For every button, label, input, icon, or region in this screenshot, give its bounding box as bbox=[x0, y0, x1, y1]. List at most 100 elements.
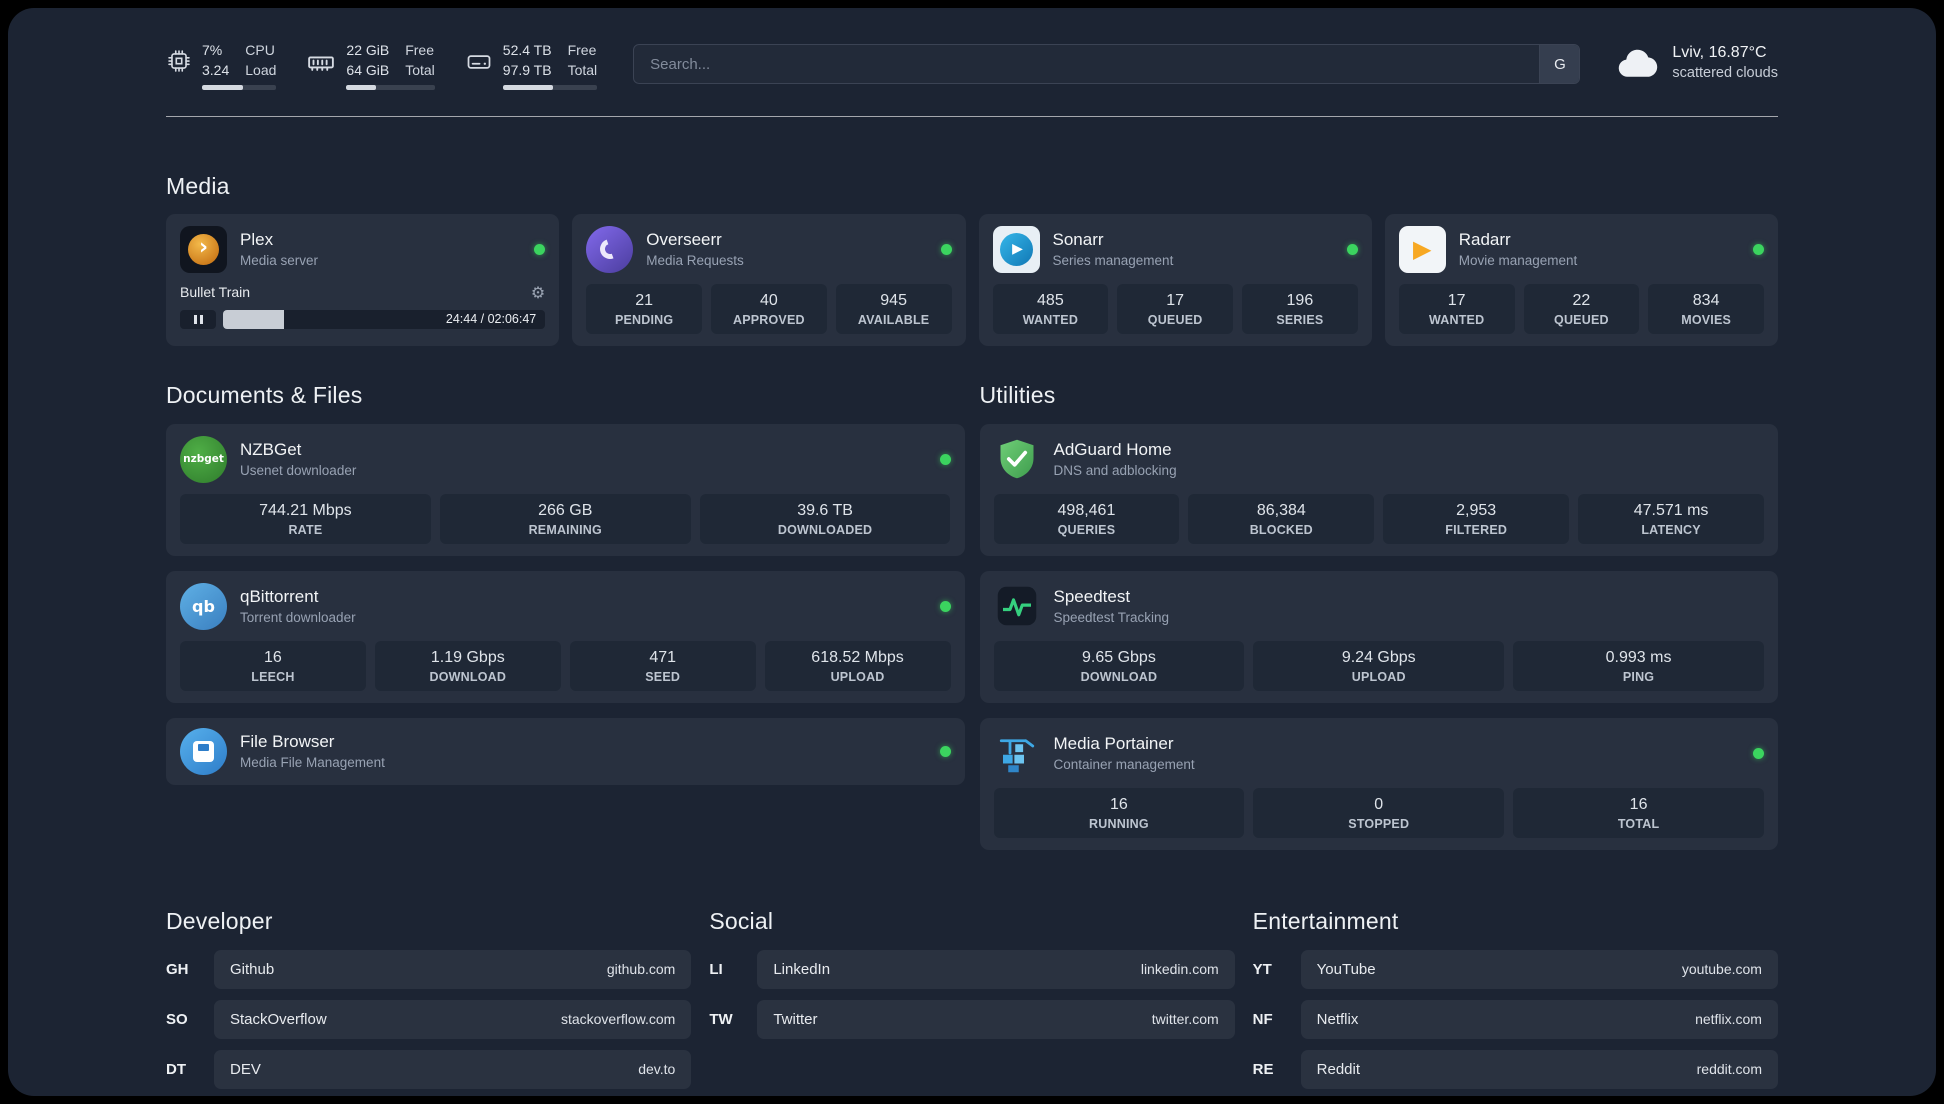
bookmark-abbr: GH bbox=[166, 960, 189, 978]
section-title-utilities: Utilities bbox=[979, 381, 1056, 408]
sonarr-card[interactable]: ▶ Sonarr Series management 485 WANTED 17 QU… bbox=[978, 213, 1372, 346]
gear-icon[interactable]: ⚙ bbox=[531, 283, 545, 302]
bookmark-link[interactable]: StackOverflow stackoverflow.com bbox=[214, 999, 692, 1039]
bookmark-link[interactable]: Github github.com bbox=[214, 949, 692, 989]
bookmark-url: reddit.com bbox=[1696, 1061, 1762, 1078]
ram-free-label: Free bbox=[405, 42, 435, 58]
pause-button[interactable] bbox=[180, 309, 216, 329]
qbittorrent-card[interactable]: qb qBittorrent Torrent downloader 16 LEEC… bbox=[166, 570, 965, 703]
stat-box: 47.571 ms LATENCY bbox=[1578, 493, 1764, 544]
bookmark-name: StackOverflow bbox=[230, 1010, 327, 1028]
radarr-card[interactable]: ▶ Radarr Movie management 17 WANTED 22 QUEU… bbox=[1384, 213, 1778, 346]
speedtest-icon bbox=[994, 583, 1041, 630]
topbar-divider bbox=[166, 115, 1778, 117]
status-dot bbox=[534, 243, 546, 255]
ram-free-value: 22 GiB bbox=[346, 42, 390, 58]
cloud-icon bbox=[1619, 49, 1658, 77]
stat-value: 0.993 ms bbox=[1605, 648, 1672, 666]
bookmark-link[interactable]: YouTube youtube.com bbox=[1300, 949, 1778, 989]
bookmark-url: youtube.com bbox=[1681, 961, 1762, 978]
bookmark-name: DEV bbox=[230, 1060, 261, 1078]
bookmark-name: Reddit bbox=[1316, 1060, 1361, 1078]
bookmark-link[interactable]: Reddit reddit.com bbox=[1300, 1049, 1778, 1089]
stat-box: 40 APPROVED bbox=[711, 283, 827, 334]
stat-value: 1.19 Gbps bbox=[430, 648, 505, 666]
section-utilities: Utilities AdGuard Home DNS and adblockin… bbox=[979, 381, 1778, 850]
overseerr-card[interactable]: Overseerr Media Requests 21 PENDING 40 APPR… bbox=[572, 213, 966, 346]
playback-progress-fill bbox=[223, 309, 285, 329]
stat-box: 17 QUEUED bbox=[1117, 283, 1233, 334]
cpu-icon bbox=[168, 50, 190, 72]
sonarr-icon: ▶ bbox=[992, 225, 1040, 273]
bookmark-link[interactable]: Twitter twitter.com bbox=[757, 999, 1235, 1039]
search-engine-button[interactable]: G bbox=[1539, 45, 1580, 83]
dashboard-panel: 7% 3.24 CPU Load 22 GiB 64 GiB Free Tota… bbox=[8, 8, 1936, 1096]
speedtest-card[interactable]: Speedtest Speedtest Tracking 9.65 Gbps DO… bbox=[979, 570, 1778, 703]
app-subtitle: Torrent downloader bbox=[240, 610, 356, 626]
app-subtitle: Container management bbox=[1053, 757, 1195, 773]
nzbget-card[interactable]: nzbget NZBGet Usenet downloader 744.21 M… bbox=[166, 423, 965, 556]
stats-row: 485 WANTED 17 QUEUED 196 SERIES bbox=[992, 283, 1358, 334]
stat-box: 9.24 Gbps UPLOAD bbox=[1253, 640, 1505, 691]
app-name: Radarr bbox=[1458, 230, 1511, 250]
bookmark-row: SO StackOverflow stackoverflow.com bbox=[166, 999, 692, 1039]
app-name: Overseerr bbox=[646, 230, 722, 250]
stat-label: WANTED bbox=[1022, 312, 1079, 327]
plex-card[interactable]: › Plex Media server Bullet Train ⚙ 24:44 bbox=[166, 213, 560, 346]
stat-box: 16 TOTAL bbox=[1513, 787, 1764, 838]
bookmark-abbr: LI bbox=[709, 960, 723, 978]
ram-monitor: 22 GiB 64 GiB Free Total bbox=[306, 42, 435, 90]
playback-time: 24:44 / 02:06:47 bbox=[445, 312, 537, 327]
stat-label: DOWNLOAD bbox=[1080, 669, 1158, 684]
qbittorrent-icon: qb bbox=[180, 582, 227, 630]
app-name: Media Portainer bbox=[1053, 734, 1174, 754]
stat-value: 9.65 Gbps bbox=[1082, 648, 1156, 666]
disk-icon bbox=[467, 55, 491, 69]
ram-icon bbox=[308, 56, 335, 71]
section-social: Social LI LinkedIn linkedin.com TW Twitter tw… bbox=[709, 908, 1235, 1039]
stat-label: APPROVED bbox=[732, 312, 805, 327]
stat-value: 485 bbox=[1037, 291, 1064, 309]
app-subtitle: Media Requests bbox=[646, 253, 744, 269]
cpu-monitor: 7% 3.24 CPU Load bbox=[166, 42, 277, 90]
filebrowser-card[interactable]: File Browser Media File Management bbox=[166, 717, 965, 785]
bookmark-row: DT DEV dev.to bbox=[166, 1049, 692, 1089]
stat-value: 22 bbox=[1572, 291, 1591, 309]
stat-value: 744.21 Mbps bbox=[259, 501, 352, 519]
app-name: NZBGet bbox=[240, 440, 302, 460]
stat-label: LATENCY bbox=[1641, 522, 1701, 537]
top-bar: 7% 3.24 CPU Load 22 GiB 64 GiB Free Tota… bbox=[166, 8, 1778, 90]
filebrowser-icon bbox=[180, 727, 227, 775]
bookmark-link[interactable]: Netflix netflix.com bbox=[1300, 999, 1778, 1039]
bookmark-row: LI LinkedIn linkedin.com bbox=[709, 949, 1235, 989]
stat-box: 471 SEED bbox=[569, 640, 756, 691]
app-subtitle: Series management bbox=[1052, 253, 1174, 269]
bookmark-link[interactable]: DEV dev.to bbox=[214, 1049, 692, 1089]
stats-row: 498,461 QUERIES 86,384 BLOCKED 2,953 FILTERED… bbox=[993, 493, 1764, 544]
status-dot bbox=[940, 243, 952, 255]
bookmark-link[interactable]: LinkedIn linkedin.com bbox=[757, 949, 1235, 989]
portainer-card[interactable]: Media Portainer Container management 16 R… bbox=[979, 717, 1778, 850]
portainer-icon bbox=[994, 730, 1041, 777]
stat-box: 0 STOPPED bbox=[1253, 787, 1505, 838]
stat-value: 17 bbox=[1447, 291, 1466, 309]
now-playing-title: Bullet Train bbox=[180, 284, 251, 301]
status-dot bbox=[1753, 747, 1764, 759]
search-input[interactable] bbox=[633, 44, 1581, 84]
status-dot bbox=[939, 453, 951, 465]
radarr-icon: ▶ bbox=[1398, 225, 1446, 273]
app-subtitle: DNS and adblocking bbox=[1053, 463, 1177, 479]
bookmark-name: YouTube bbox=[1316, 960, 1376, 978]
play-icon: ▶ bbox=[1413, 235, 1432, 264]
ram-total-label: Total bbox=[405, 61, 435, 78]
section-entertainment: Entertainment YT YouTube youtube.com NF Netf… bbox=[1253, 908, 1778, 1089]
stat-box: 196 SERIES bbox=[1242, 283, 1358, 334]
bookmark-url: linkedin.com bbox=[1140, 961, 1219, 978]
playback-progress-bar[interactable]: 24:44 / 02:06:47 bbox=[223, 309, 546, 329]
cpu-percent: 7% bbox=[202, 42, 223, 58]
bookmark-abbr: SO bbox=[166, 1010, 188, 1028]
adguard-card[interactable]: AdGuard Home DNS and adblocking 498,461 Q… bbox=[979, 423, 1778, 556]
stat-box: 16 RUNNING bbox=[993, 787, 1245, 838]
app-subtitle: Movie management bbox=[1458, 253, 1578, 269]
section-title-media: Media bbox=[166, 172, 230, 199]
